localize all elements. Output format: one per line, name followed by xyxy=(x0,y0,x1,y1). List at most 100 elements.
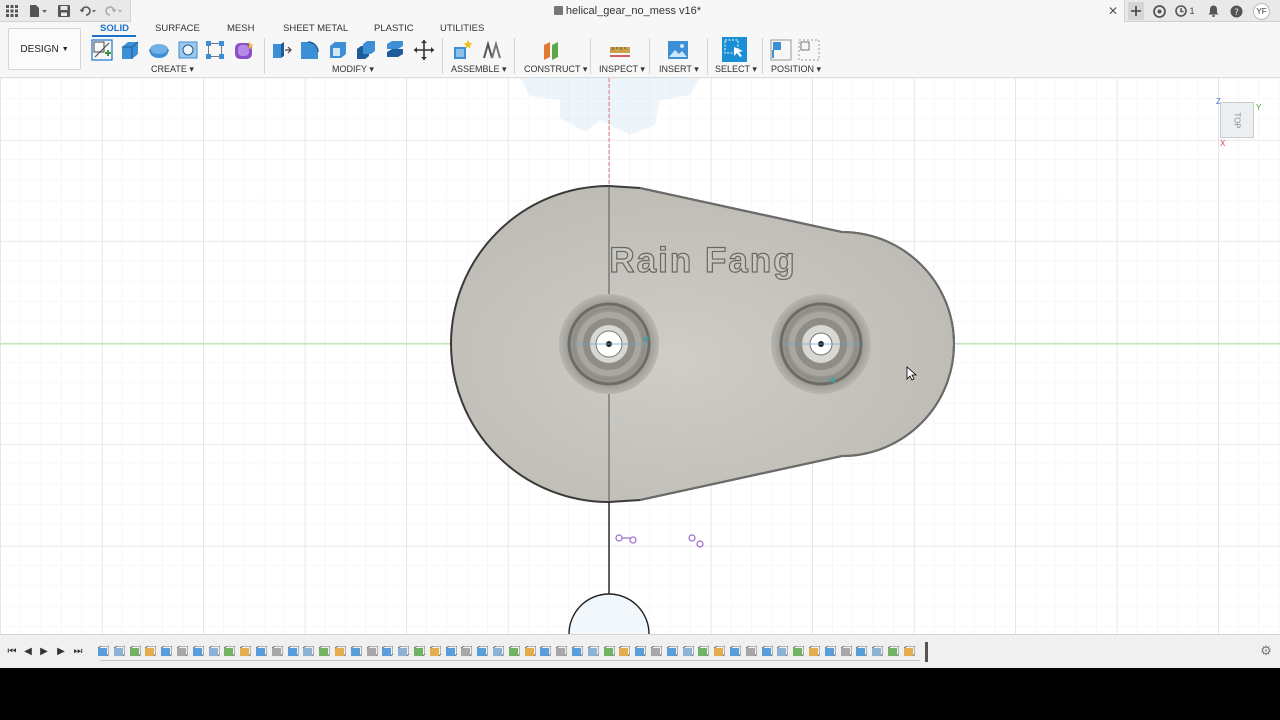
timeline-feature-icon[interactable] xyxy=(302,645,315,657)
tab-mesh[interactable]: MESH xyxy=(227,23,254,34)
timeline-feature-icon[interactable] xyxy=(603,645,615,657)
close-tab-icon[interactable]: ✕ xyxy=(1108,4,1118,18)
timeline-feature-icon[interactable] xyxy=(903,645,916,657)
assemble-group-label[interactable]: ASSEMBLE ▾ xyxy=(451,64,507,75)
timeline-feature-icon[interactable] xyxy=(97,645,110,657)
timeline-feature-icon[interactable] xyxy=(192,645,205,657)
timeline-feature-icon[interactable] xyxy=(761,645,773,657)
view-cube[interactable]: TOP xyxy=(1220,102,1254,138)
timeline-feature-icon[interactable] xyxy=(429,645,442,657)
timeline-feature-icon[interactable] xyxy=(745,645,758,657)
create-group-label[interactable]: CREATE ▾ xyxy=(151,64,194,75)
undo-icon[interactable] xyxy=(78,3,98,19)
step-forward-icon[interactable]: ▶ xyxy=(55,645,67,657)
timeline-feature-icon[interactable] xyxy=(697,645,710,657)
position-group-label[interactable]: POSITION ▾ xyxy=(771,64,821,75)
timeline-feature-icon[interactable] xyxy=(824,645,837,657)
timeline-feature-icon[interactable] xyxy=(887,645,900,657)
timeline-feature-icon[interactable] xyxy=(634,645,647,657)
timeline-feature-icon[interactable] xyxy=(239,645,252,657)
extrude-icon[interactable] xyxy=(119,39,141,61)
shell-icon[interactable] xyxy=(327,39,349,61)
extensions-icon[interactable] xyxy=(1151,3,1167,19)
timeline-feature-icon[interactable] xyxy=(729,645,742,657)
move-copy-icon[interactable] xyxy=(413,39,435,61)
timeline-feature-icon[interactable] xyxy=(176,645,189,657)
notifications-icon[interactable] xyxy=(1205,3,1221,19)
select-group-label[interactable]: SELECT ▾ xyxy=(715,64,757,75)
timeline-feature-icon[interactable] xyxy=(713,645,726,657)
construct-group-label[interactable]: CONSTRUCT ▾ xyxy=(524,64,587,75)
new-tab-icon[interactable] xyxy=(1128,2,1144,20)
go-to-start-icon[interactable]: ⏮ xyxy=(6,645,18,657)
inspect-group-label[interactable]: INSPECT ▾ xyxy=(599,64,645,75)
embossed-text[interactable]: Rain Fang xyxy=(609,240,796,280)
replace-face-icon[interactable] xyxy=(384,39,406,61)
timeline-feature-icon[interactable] xyxy=(366,645,378,657)
timeline-feature-icon[interactable] xyxy=(508,645,521,657)
tab-surface[interactable]: SURFACE xyxy=(155,23,200,34)
grid-menu-icon[interactable] xyxy=(4,3,20,19)
timeline-feature-icon[interactable] xyxy=(539,645,552,657)
timeline-feature-icon[interactable] xyxy=(871,645,884,657)
canvas-viewport[interactable]: Rain Fang Z Y X TOP xyxy=(0,78,1280,634)
jobs-icon[interactable]: 1 xyxy=(1174,3,1196,19)
user-avatar[interactable]: YF xyxy=(1253,3,1270,20)
create-sketch-icon[interactable] xyxy=(91,39,113,61)
timeline-marker[interactable] xyxy=(925,642,928,662)
timeline-feature-icon[interactable] xyxy=(666,645,679,657)
play-icon[interactable]: ▶ xyxy=(38,645,50,657)
timeline-feature-icon[interactable] xyxy=(144,645,157,657)
timeline-feature-icon[interactable] xyxy=(650,645,663,657)
tab-plastic[interactable]: PLASTIC xyxy=(374,23,414,34)
step-back-icon[interactable]: ◀ xyxy=(22,645,34,657)
timeline-feature-icon[interactable] xyxy=(555,645,568,657)
new-component-icon[interactable] xyxy=(452,39,474,61)
modify-group-label[interactable]: MODIFY ▾ xyxy=(332,64,374,75)
timeline-feature-icon[interactable] xyxy=(776,645,789,657)
timeline-feature-icon[interactable] xyxy=(413,645,426,657)
timeline-feature-icon[interactable] xyxy=(492,645,505,657)
combine-icon[interactable] xyxy=(355,39,377,61)
timeline-feature-icon[interactable] xyxy=(460,645,473,657)
go-to-end-icon[interactable]: ⏭ xyxy=(72,645,84,657)
offset-plane-icon[interactable] xyxy=(541,39,563,61)
gear-icon[interactable]: ⚙ xyxy=(1259,643,1273,658)
timeline-feature-icon[interactable] xyxy=(271,645,284,657)
timeline-feature-icon[interactable] xyxy=(587,645,600,657)
capture-position-icon[interactable] xyxy=(770,39,792,61)
joint-icon[interactable] xyxy=(481,39,503,61)
form-icon[interactable] xyxy=(233,39,255,61)
timeline-feature-icon[interactable] xyxy=(381,645,394,657)
timeline-feature-icon[interactable] xyxy=(808,645,821,657)
timeline-feature-icon[interactable] xyxy=(792,645,805,657)
tab-utilities[interactable]: UTILITIES xyxy=(440,23,484,34)
timeline-feature-icon[interactable] xyxy=(855,645,868,657)
select-icon[interactable] xyxy=(722,37,747,62)
measure-icon[interactable] xyxy=(609,39,631,61)
tab-solid[interactable]: SOLID xyxy=(100,23,129,34)
timeline-feature-icon[interactable] xyxy=(113,645,126,657)
timeline-feature-icon[interactable] xyxy=(476,645,489,657)
right-bore[interactable] xyxy=(771,294,871,394)
timeline-feature-icon[interactable] xyxy=(255,645,268,657)
timeline-feature-icon[interactable] xyxy=(129,645,141,657)
timeline-feature-icon[interactable] xyxy=(445,645,457,657)
timeline-feature-icon[interactable] xyxy=(682,645,694,657)
timeline-feature-icon[interactable] xyxy=(160,645,173,657)
timeline-feature-icon[interactable] xyxy=(334,645,347,657)
workspace-switcher[interactable]: DESIGN ▼ xyxy=(8,28,81,70)
file-icon[interactable] xyxy=(28,3,48,19)
timeline-feature-icon[interactable] xyxy=(571,645,584,657)
pattern-icon[interactable] xyxy=(204,39,226,61)
help-icon[interactable]: ? xyxy=(1228,3,1244,19)
timeline-feature-icon[interactable] xyxy=(524,645,536,657)
timeline-feature-icon[interactable] xyxy=(397,645,410,657)
timeline-feature-icon[interactable] xyxy=(318,645,331,657)
timeline-feature-icon[interactable] xyxy=(208,645,220,657)
timeline-feature-icon[interactable] xyxy=(350,645,363,657)
revert-position-icon[interactable] xyxy=(798,39,820,61)
timeline-feature-icon[interactable] xyxy=(618,645,631,657)
timeline-feature-icon[interactable] xyxy=(840,645,852,657)
tab-sheet-metal[interactable]: SHEET METAL xyxy=(283,23,348,34)
